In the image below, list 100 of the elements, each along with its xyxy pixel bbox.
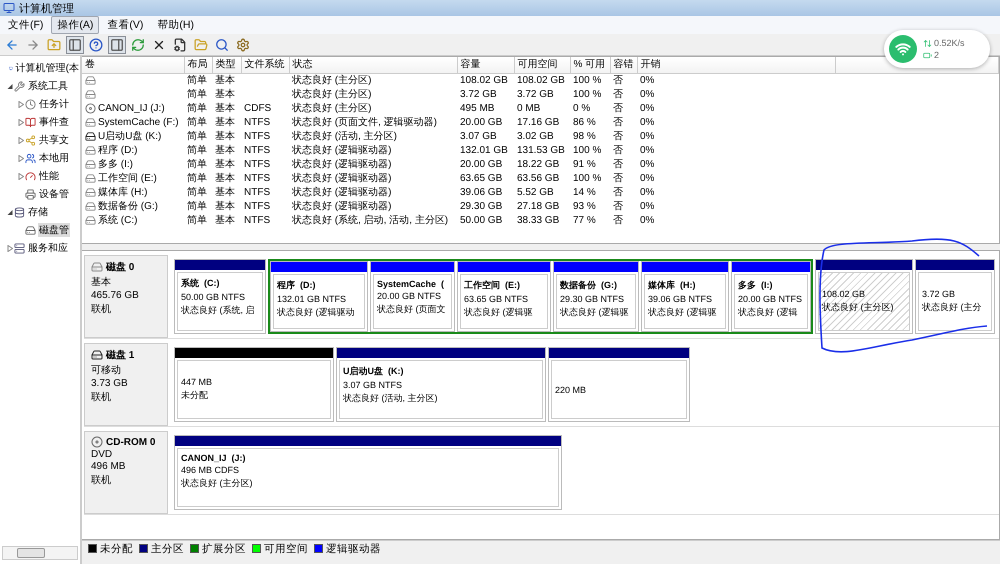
table-cell-text: CDFS: [243, 102, 272, 116]
legend-label: 未分配: [100, 542, 133, 556]
folder-icon: [194, 38, 208, 52]
disc-icon: [91, 436, 103, 448]
table-cell-text: 100 %: [572, 88, 602, 102]
document-icon: [173, 38, 187, 52]
menu-item[interactable]: 文件(F): [2, 16, 50, 34]
column-header[interactable]: 类型: [212, 57, 241, 73]
tree-item[interactable]: 存储: [27, 205, 49, 219]
column-header[interactable]: 容量: [457, 57, 514, 73]
toolbar-button[interactable]: [108, 36, 126, 54]
disk-name: 磁盘 0: [106, 260, 134, 274]
disc-icon: [85, 103, 96, 114]
table-cell: 基本: [212, 73, 241, 88]
table-cell: 系统 (C:): [98, 214, 138, 228]
partition-size: 496 MB CDFS: [181, 465, 240, 475]
partition-block[interactable]: 3.72 GB 状态良好 (主分: [915, 259, 995, 334]
column-header[interactable]: 可用空间: [514, 57, 570, 73]
table-cell-text: 否: [612, 102, 624, 116]
partition-block[interactable]: 多多 (I:) 20.00 GB NTFS 状态良好 (逻辑: [731, 261, 811, 332]
column-header[interactable]: 卷: [82, 57, 184, 73]
folder-up-icon: [47, 38, 61, 52]
partition-block[interactable]: 220 MB: [548, 347, 690, 422]
table-cell-text: 91 %: [572, 158, 597, 172]
table-cell-text: 63.65 GB: [459, 172, 504, 186]
table-cell: SystemCache (F:): [98, 116, 179, 130]
table-cell-text: 简单: [186, 102, 208, 116]
legend-label: 主分区: [151, 542, 184, 556]
partition-block[interactable]: 工作空间 (E:) 63.65 GB NTFS 状态良好 (逻辑驱: [457, 261, 551, 332]
collapsed-arrow-icon[interactable]: [18, 118, 24, 126]
collapsed-arrow-icon[interactable]: [18, 136, 24, 144]
column-header[interactable]: 状态: [289, 57, 457, 73]
disk-label-panel[interactable]: 磁盘 1 可移动 3.73 GB 联机: [84, 343, 168, 426]
collapsed-arrow-icon[interactable]: [18, 154, 24, 162]
partition-block[interactable]: 数据备份 (G:) 29.30 GB NTFS 状态良好 (逻辑驱: [553, 261, 639, 332]
disk-label-panel[interactable]: 磁盘 0 基本 465.76 GB 联机: [84, 255, 168, 338]
table-cell-text: 简单: [186, 88, 208, 102]
table-cell-text: 0%: [639, 200, 656, 214]
partition-block[interactable]: 媒体库 (H:) 39.06 GB NTFS 状态良好 (逻辑驱: [641, 261, 729, 332]
table-cell-text: 3.72 GB: [459, 88, 498, 102]
menu-item[interactable]: 查看(V): [101, 16, 150, 34]
drive-icon: [85, 145, 96, 156]
tree-item[interactable]: 事件查: [38, 115, 70, 129]
device-count: 2: [934, 50, 940, 60]
collapsed-arrow-icon[interactable]: [6, 244, 12, 252]
table-cell-text: 0%: [639, 130, 656, 144]
table-cell: 媒体库 (H:): [98, 186, 148, 200]
partition-block[interactable]: U启动U盘 (K:) 3.07 GB NTFS 状态良好 (活动, 主分区): [336, 347, 546, 422]
menu-item[interactable]: 帮助(H): [151, 16, 200, 34]
tree-item[interactable]: 计算机管理(本: [14, 61, 80, 75]
column-header[interactable]: % 可用: [570, 57, 610, 73]
expanded-arrow-icon[interactable]: [6, 82, 12, 90]
toolbar-button[interactable]: [66, 36, 84, 54]
partition-block[interactable]: SystemCache ( 20.00 GB NTFS 状态良好 (页面文: [370, 261, 455, 332]
table-cell-text: 20.00 GB: [459, 158, 504, 172]
collapsed-arrow-icon[interactable]: [18, 172, 24, 180]
refresh-icon: [131, 38, 145, 52]
partition-status: 状态良好 (活动, 主分区): [343, 392, 438, 405]
tree-item[interactable]: 服务和应: [27, 241, 69, 255]
menu-item[interactable]: 操作(A): [51, 16, 100, 34]
table-cell-text: 77 %: [572, 214, 597, 228]
network-widget[interactable]: 0.52K/s 2: [884, 30, 990, 68]
tree-item[interactable]: 任务计: [38, 97, 70, 111]
drive-icon: [85, 187, 96, 198]
partition-block[interactable]: 程序 (D:) 132.01 GB NTFS 状态良好 (逻辑驱动: [270, 261, 368, 332]
table-cell: 108.02 GB: [514, 73, 570, 88]
table-cell: 简单: [184, 73, 212, 88]
collapsed-arrow-icon[interactable]: [18, 100, 24, 108]
expanded-arrow-icon[interactable]: [6, 208, 12, 216]
table-cell-text: 0%: [639, 102, 656, 116]
extended-partition[interactable]: [268, 259, 813, 334]
tools-icon: [14, 80, 25, 92]
column-header[interactable]: 容错: [610, 57, 637, 73]
partition-block[interactable]: CANON_IJ (J:) 496 MB CDFS 状态良好 (主分区): [174, 435, 562, 510]
disk-name: CD-ROM 0: [106, 436, 156, 448]
table-cell: 108.02 GB: [457, 73, 514, 88]
tree-item[interactable]: 性能: [38, 169, 60, 183]
drive-icon: [85, 75, 96, 86]
table-cell-text: 0%: [639, 116, 656, 130]
column-header[interactable]: 布局: [184, 57, 212, 73]
partition-block[interactable]: 447 MB 未分配: [174, 347, 334, 422]
partition-block[interactable]: 系统 (C:) 50.00 GB NTFS 状态良好 (系统, 启: [174, 259, 266, 334]
partition-size: 447 MB: [181, 377, 214, 387]
tree-item[interactable]: 共享文: [38, 133, 70, 147]
tree-item[interactable]: 磁盘管: [38, 223, 70, 237]
column-header[interactable]: 开销: [637, 57, 835, 73]
table-cell-text: 0 %: [572, 102, 592, 116]
tree-item[interactable]: 本地用: [38, 151, 70, 165]
table-cell-text: 简单: [186, 116, 208, 130]
partition-status: 状态良好 (主分: [922, 301, 982, 314]
disk-label-panel[interactable]: CD-ROM 0 DVD 496 MB 联机: [84, 431, 168, 514]
tree-item[interactable]: 系统工具: [27, 79, 69, 93]
table-cell: 否: [610, 73, 637, 88]
tree-item[interactable]: 设备管: [38, 187, 70, 201]
drive-icon: [85, 173, 96, 184]
partition-block[interactable]: 108.02 GB 状态良好 (主分区): [815, 259, 913, 334]
column-header[interactable]: 文件系统: [241, 57, 289, 73]
table-cell-text: 状态良好 (系统, 启动, 活动, 主分区): [291, 214, 450, 228]
scrollbar[interactable]: [2, 546, 78, 560]
drive-icon: [91, 261, 103, 273]
